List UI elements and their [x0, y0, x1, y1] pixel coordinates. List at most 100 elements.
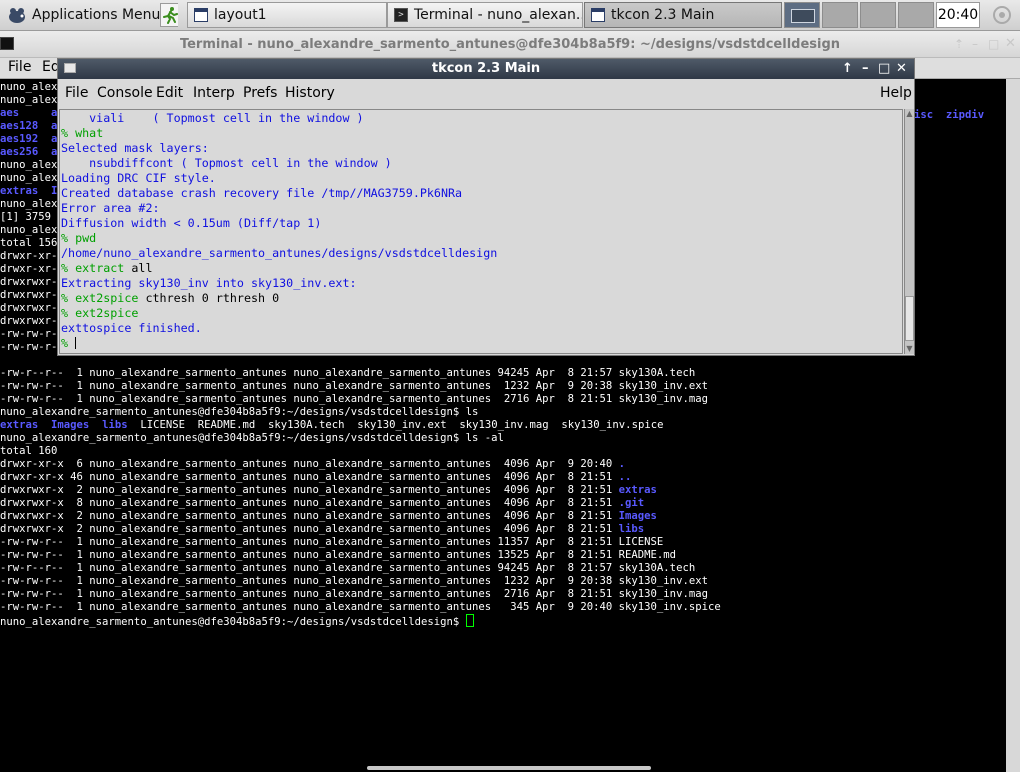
tkcon-scroll-thumb[interactable] — [905, 296, 914, 341]
terminal-line-fragment: nuno_alexa — [0, 172, 64, 184]
terminal-line-fragment: drwxrwxr-x — [0, 276, 64, 288]
minimize-icon[interactable]: – — [862, 61, 869, 76]
terminal-line-fragment: drwxrwxr-x — [0, 289, 64, 301]
terminal-icon: > — [394, 8, 408, 22]
terminal-line: total 160 — [0, 445, 58, 457]
tkcon-console-text[interactable]: viali ( Topmost cell in the window )% wh… — [59, 109, 903, 354]
terminal-line-fragment: nuno_alexa — [0, 224, 64, 236]
terminal-line-fragment: -rw-rw-r-- — [0, 328, 64, 340]
workspace-1[interactable] — [784, 2, 820, 28]
terminal-line-fragment: aes a — [0, 107, 58, 119]
terminal-title: Terminal - nuno_alexandre_sarmento_antun… — [179, 37, 841, 52]
terminal-line: -rw-rw-r-- 1 nuno_alexandre_sarmento_ant… — [0, 380, 708, 392]
console-line: /home/nuno_alexandre_sarmento_antunes/de… — [61, 246, 498, 260]
console-line: % extract all — [61, 261, 153, 275]
terminal-up-icon[interactable]: ⇡ — [954, 37, 964, 51]
terminal-line: drwxrwxr-x 2 nuno_alexandre_sarmento_ant… — [0, 523, 645, 535]
console-line: Diffusion width < 0.15um (Diff/tap 1) — [61, 216, 322, 230]
terminal-line-fragment: nuno_alexa — [0, 81, 64, 93]
scroll-up-arrow-icon[interactable]: ▲ — [905, 109, 914, 119]
menu-history[interactable]: History — [285, 85, 335, 101]
console-line: nsubdiffcont ( Topmost cell in the windo… — [61, 156, 392, 170]
terminal-titlebar[interactable]: Terminal - nuno_alexandre_sarmento_antun… — [0, 31, 1020, 58]
console-line: % ext2spice cthresh 0 rthresh 0 — [61, 291, 280, 305]
terminal-line: -rw-rw-r-- 1 nuno_alexandre_sarmento_ant… — [0, 549, 677, 561]
terminal-line-fragment: aes256 a — [0, 146, 58, 158]
terminal-close-icon[interactable]: ✕ — [1005, 36, 1016, 51]
console-line: exttospice finished. — [61, 321, 202, 335]
terminal-line-fragment: total 156 — [0, 237, 58, 249]
menu-console[interactable]: Console — [97, 85, 153, 101]
task-label: layout1 — [214, 7, 267, 23]
menu-interp[interactable]: Interp — [193, 85, 235, 101]
terminal-line: -rw-rw-r-- 1 nuno_alexandre_sarmento_ant… — [0, 393, 708, 405]
console-line: Extracting sky130_inv into sky130_inv.ex… — [61, 276, 357, 290]
tkcon-window: tkcon 2.3 Main ↑ – □ ✕ File Console Edit… — [57, 58, 915, 356]
terminal-line-fragment: [1] 3759 — [0, 211, 52, 223]
menu-file[interactable]: File — [65, 85, 88, 101]
workspace-4[interactable] — [898, 2, 934, 28]
up-arrow-icon[interactable]: ↑ — [842, 61, 853, 76]
terminal-line-fragment: drwxrwxr-x — [0, 302, 64, 314]
console-line: Loading DRC CIF style. — [61, 171, 216, 185]
task-tkcon[interactable]: tkcon 2.3 Main — [584, 2, 782, 28]
xfce-mouse-icon — [6, 5, 28, 25]
terminal-line: nuno_alexandre_sarmento_antunes@dfe304b8… — [0, 432, 504, 444]
clock[interactable]: 20:40 — [936, 2, 980, 28]
scroll-down-arrow-icon[interactable]: ▼ — [905, 344, 914, 354]
window-icon — [591, 8, 605, 22]
applications-menu-button[interactable]: Applications Menu — [0, 2, 178, 28]
console-line: % pwd — [61, 231, 97, 245]
terminal-line: drwxr-xr-x 46 nuno_alexandre_sarmento_an… — [0, 471, 632, 483]
task-layout1[interactable]: layout1 — [187, 2, 387, 28]
applications-menu-label: Applications Menu — [32, 7, 161, 23]
tkcon-menubar: File Console Edit Interp Prefs History H… — [58, 80, 914, 106]
terminal-scrollbar[interactable] — [1006, 79, 1020, 772]
terminal-minimize-icon[interactable]: – — [972, 37, 978, 51]
menu-help[interactable]: Help — [880, 85, 912, 101]
terminal-line-fragment: nuno_alexa — [0, 94, 64, 106]
terminal-line-fragment: aes128 a — [0, 120, 58, 132]
terminal-line-fragment: nuno_alexa — [0, 159, 64, 171]
console-line: % — [61, 336, 77, 350]
terminal-line-fragment: drwxr-xr-x — [0, 250, 64, 262]
workspace-2[interactable] — [822, 2, 858, 28]
terminal-line: nuno_alexandre_sarmento_antunes@dfe304b8… — [0, 614, 474, 629]
terminal-maximize-icon[interactable]: □ — [988, 37, 999, 51]
terminal-cursor — [465, 614, 474, 627]
tkcon-title: tkcon 2.3 Main — [431, 61, 541, 76]
task-label: Terminal - nuno_alexan... — [414, 7, 583, 23]
console-line: % what — [61, 126, 104, 140]
terminal-line: nuno_alexandre_sarmento_antunes@dfe304b8… — [0, 406, 479, 418]
console-line: viali ( Topmost cell in the window ) — [61, 111, 364, 125]
terminal-line-fragment: drwxrwxr-x — [0, 315, 64, 327]
console-line: Error area #2: — [61, 201, 160, 215]
terminal-line: -rw-rw-r-- 1 nuno_alexandre_sarmento_ant… — [0, 601, 721, 613]
terminal-line: -rw-rw-r-- 1 nuno_alexandre_sarmento_ant… — [0, 575, 708, 587]
tkcon-titlebar[interactable]: tkcon 2.3 Main ↑ – □ ✕ — [58, 59, 914, 79]
session-menu-icon[interactable] — [988, 4, 1016, 26]
workspace-window-thumb — [791, 9, 815, 23]
maximize-icon[interactable]: □ — [878, 61, 890, 76]
window-icon — [194, 8, 208, 22]
terminal-line: extras Images libs LICENSE README.md sky… — [0, 419, 664, 431]
task-terminal[interactable]: > Terminal - nuno_alexan... — [387, 2, 583, 28]
workspace-3[interactable] — [860, 2, 896, 28]
menu-edit[interactable]: Edit — [156, 85, 183, 101]
terminal-menu-file[interactable]: File — [8, 59, 31, 75]
tkcon-scrollbar[interactable]: ▲ ▼ — [904, 109, 914, 354]
terminal-line: -rw-rw-r-- 1 nuno_alexandre_sarmento_ant… — [0, 536, 664, 548]
console-line: % ext2spice — [61, 306, 139, 320]
terminal-line: -rw-r--r-- 1 nuno_alexandre_sarmento_ant… — [0, 367, 696, 379]
close-icon[interactable]: ✕ — [896, 61, 907, 76]
horizontal-scroll-indicator[interactable] — [367, 766, 651, 770]
console-cursor — [75, 337, 77, 349]
terminal-line-fragment: extras I — [0, 185, 58, 197]
terminal-line: drwxrwxr-x 8 nuno_alexandre_sarmento_ant… — [0, 497, 645, 509]
running-man-icon[interactable] — [160, 3, 178, 27]
terminal-line: drwxrwxr-x 2 nuno_alexandre_sarmento_ant… — [0, 510, 657, 522]
menu-prefs[interactable]: Prefs — [243, 85, 277, 101]
console-line: Created database crash recovery file /tm… — [61, 186, 463, 200]
terminal-line-fragment: nuno_alexa — [0, 198, 64, 210]
terminal-line: -rw-r--r-- 1 nuno_alexandre_sarmento_ant… — [0, 562, 696, 574]
